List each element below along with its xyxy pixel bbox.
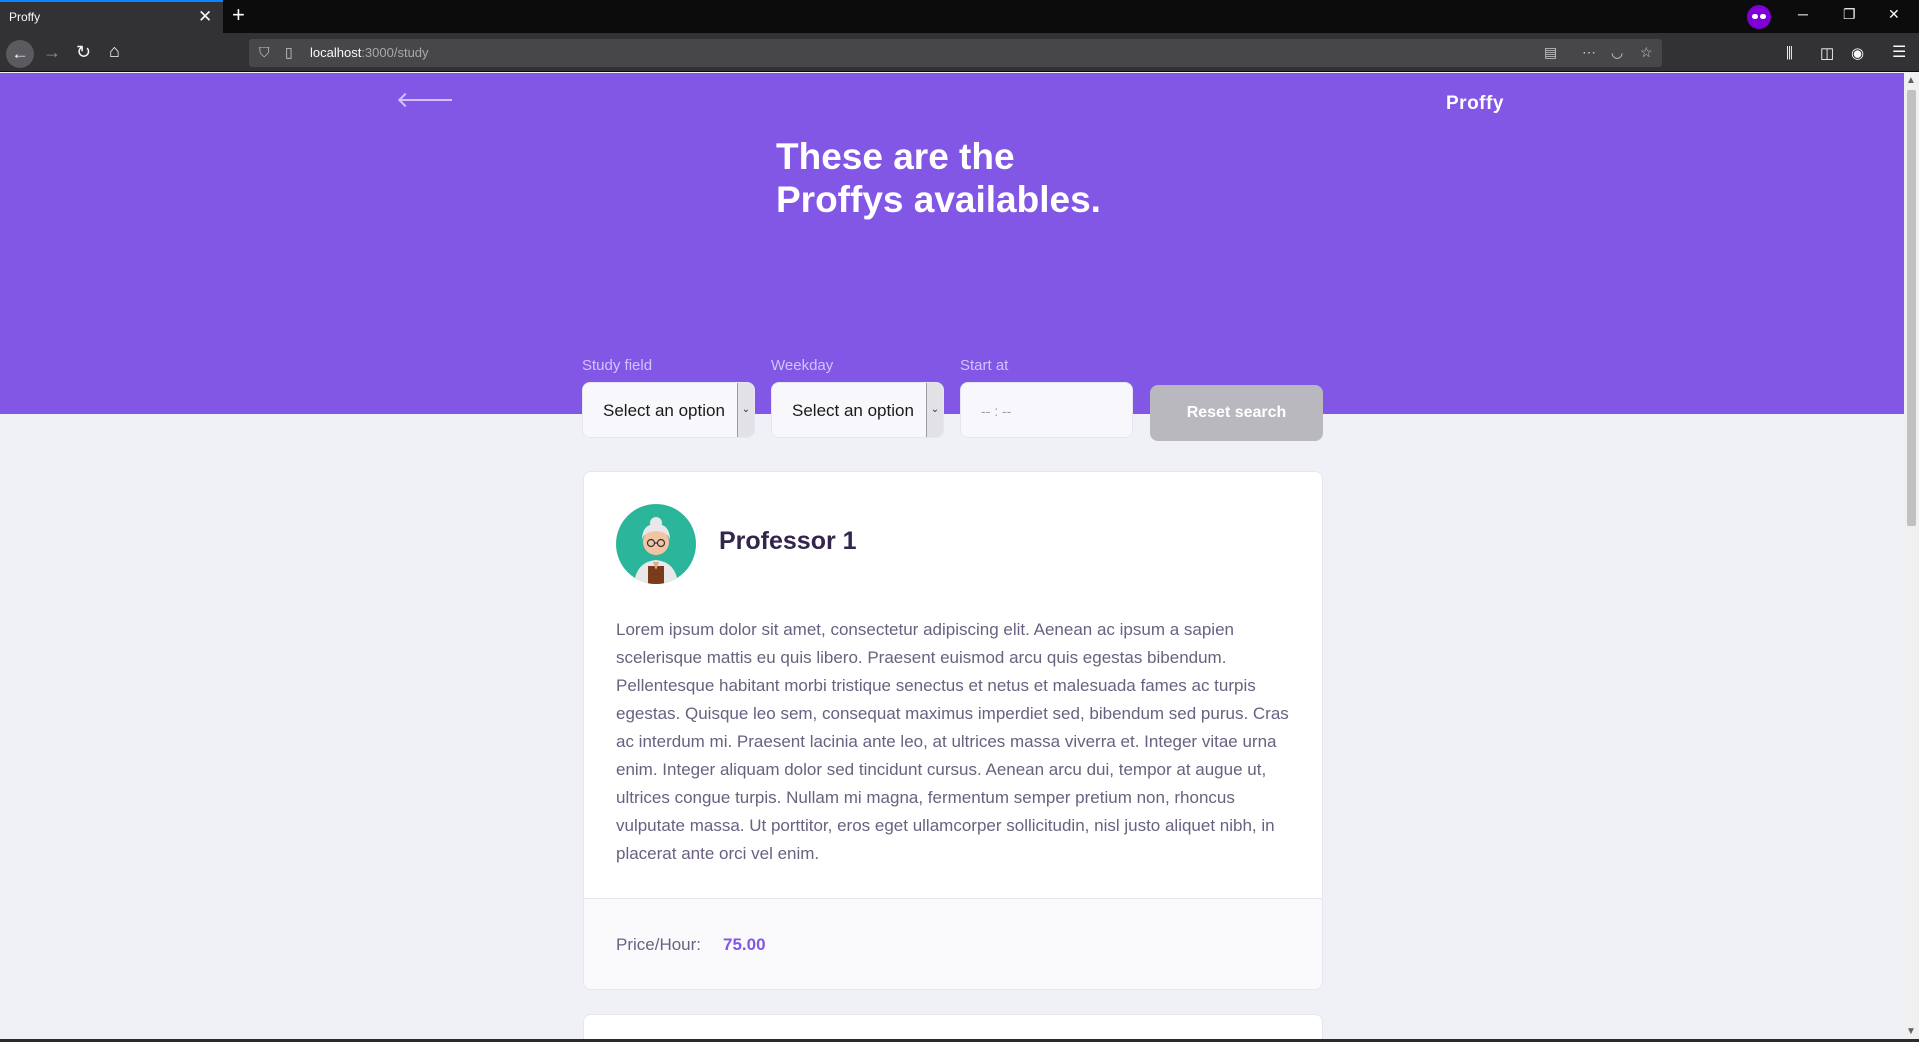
tab-close-icon[interactable]: ✕ — [198, 8, 212, 26]
bookmark-star-icon[interactable]: ☆ — [1640, 44, 1653, 61]
reset-search-button[interactable]: Reset search — [1150, 385, 1323, 441]
page-title-line-1: These are the — [776, 136, 1015, 177]
study-field-label: Study field — [582, 357, 653, 374]
url-path: :3000/study — [361, 45, 429, 60]
back-arrow-icon[interactable] — [400, 99, 452, 101]
close-window-icon[interactable]: ✕ — [1888, 6, 1900, 23]
pocket-icon[interactable]: ◡ — [1611, 44, 1623, 61]
new-tab-icon[interactable]: + — [232, 4, 245, 26]
page-title-line-2: Proffys availables. — [776, 179, 1101, 220]
forward-icon[interactable]: → — [43, 43, 61, 61]
shield-icon[interactable]: ⛉ — [259, 44, 270, 61]
private-browsing-icon — [1747, 5, 1771, 29]
tab-bar: Proffy ✕ + ─ ❐ ✕ — [0, 0, 1919, 33]
teacher-name: Professor 1 — [719, 527, 857, 555]
account-icon[interactable]: ◉ — [1851, 45, 1864, 63]
home-icon[interactable]: ⌂ — [109, 42, 120, 60]
menu-icon[interactable]: ☰ — [1892, 44, 1906, 62]
back-icon[interactable]: ← — [6, 40, 34, 68]
page-header: Proffy These are the Proffys availables. — [0, 73, 1904, 414]
sidebar-icon[interactable]: ◫ — [1820, 45, 1834, 63]
study-field-select[interactable]: Select an option ⌄ — [582, 382, 755, 438]
study-field-value: Select an option — [603, 401, 725, 420]
library-icon[interactable]: ⫼ — [1786, 45, 1793, 63]
teacher-card-next — [583, 1014, 1323, 1042]
weekday-value: Select an option — [792, 401, 914, 420]
teacher-card-footer: Price/Hour: 75.00 — [584, 898, 1322, 989]
teacher-avatar — [616, 504, 696, 584]
start-at-time-input[interactable]: -- : -- — [960, 382, 1133, 438]
start-at-filter: Start at -- : -- — [960, 357, 1133, 438]
page-info-icon[interactable]: ▯ — [285, 44, 293, 61]
reader-view-icon[interactable]: ▤ — [1544, 44, 1557, 61]
price-label: Price/Hour: — [616, 935, 702, 954]
teacher-card: Professor 1 Lorem ipsum dolor sit amet, … — [583, 471, 1323, 990]
minimize-icon[interactable]: ─ — [1798, 6, 1808, 22]
scrollbar-thumb[interactable] — [1907, 90, 1916, 526]
scroll-down-icon[interactable]: ▼ — [1906, 1026, 1916, 1037]
reload-icon[interactable]: ↻ — [76, 43, 91, 61]
restore-icon[interactable]: ❐ — [1843, 6, 1856, 23]
weekday-filter: Weekday Select an option ⌄ — [771, 357, 944, 438]
url-host: localhost — [310, 45, 362, 60]
page-viewport: Proffy These are the Proffys availables.… — [0, 73, 1904, 1042]
url-bar[interactable]: ⛉ ▯ localhost:3000/study ▤ ⋯ ◡ ☆ — [249, 39, 1662, 67]
weekday-label: Weekday — [771, 357, 834, 374]
active-tab[interactable]: Proffy ✕ — [0, 0, 223, 33]
tab-title: Proffy — [9, 10, 41, 24]
teacher-bio: Lorem ipsum dolor sit amet, consectetur … — [616, 620, 1289, 863]
page-actions-icon[interactable]: ⋯ — [1582, 44, 1596, 61]
study-field-filter: Study field Select an option ⌄ — [582, 357, 755, 438]
start-at-placeholder: -- : -- — [981, 403, 1012, 419]
price-value: 75.00 — [723, 935, 766, 954]
url-text[interactable]: localhost:3000/study — [310, 45, 429, 60]
start-at-label: Start at — [960, 357, 1009, 374]
weekday-select[interactable]: Select an option ⌄ — [771, 382, 944, 438]
chevron-down-icon[interactable]: ⌄ — [737, 383, 754, 437]
page-title: These are the Proffys availables. — [776, 135, 1196, 221]
chevron-down-icon[interactable]: ⌄ — [926, 383, 943, 437]
scroll-up-icon[interactable]: ▲ — [1906, 75, 1916, 86]
logo: Proffy — [1446, 93, 1504, 114]
